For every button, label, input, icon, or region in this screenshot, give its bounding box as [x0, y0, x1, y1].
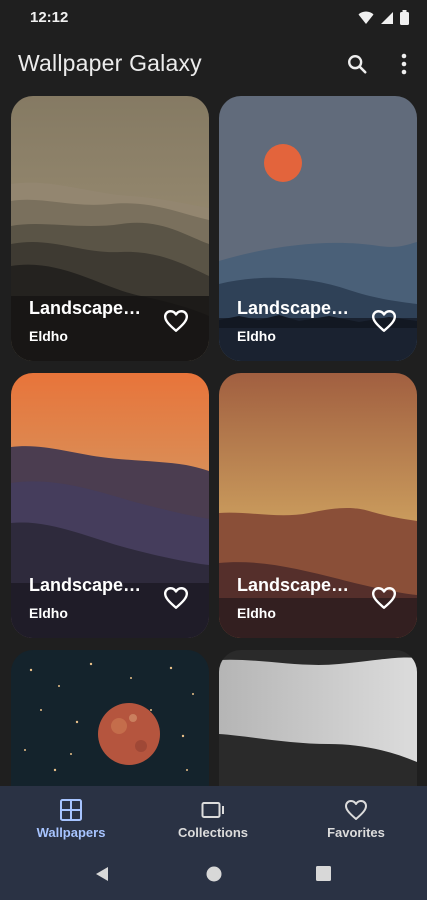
status-icons	[358, 10, 409, 25]
home-icon[interactable]	[206, 866, 222, 882]
battery-icon	[400, 10, 409, 25]
back-icon[interactable]	[95, 866, 109, 882]
wallpaper-card[interactable]: Landscape… Eldho	[219, 373, 417, 638]
signal-icon	[381, 11, 393, 24]
search-button[interactable]	[343, 50, 371, 78]
wallpaper-author: Eldho	[237, 328, 276, 344]
wallpaper-author: Eldho	[29, 605, 68, 621]
wallpaper-author: Eldho	[29, 328, 68, 344]
wallpaper-card[interactable]	[11, 650, 209, 786]
heart-icon[interactable]	[163, 585, 189, 611]
wallpaper-grid: Landscape… Eldho Landscape… Eldho Landsc…	[0, 96, 427, 786]
wallpaper-card[interactable]: Landscape… Eldho	[11, 96, 209, 361]
app-bar: Wallpaper Galaxy	[0, 36, 427, 92]
more-vert-icon	[401, 53, 407, 75]
wallpaper-title: Landscape…	[29, 575, 142, 595]
wallpaper-title: Landscape…	[237, 298, 350, 318]
bottom-navigation: Wallpapers Collections Favorites	[0, 786, 427, 848]
system-navigation-bar	[0, 848, 427, 900]
status-time: 12:12	[30, 9, 69, 26]
heart-icon[interactable]	[163, 308, 189, 334]
wallpaper-thumbnail	[219, 650, 417, 786]
wallpaper-thumbnail	[11, 650, 209, 786]
heart-icon[interactable]	[371, 585, 397, 611]
more-options-button[interactable]	[390, 50, 418, 78]
wallpaper-title: Landscape…	[237, 575, 350, 595]
wallpaper-card[interactable]	[219, 650, 417, 786]
collections-icon	[201, 802, 224, 818]
heart-icon[interactable]	[371, 308, 397, 334]
app-title: Wallpaper Galaxy	[18, 50, 202, 76]
nav-label-collections: Collections	[177, 825, 249, 840]
nav-label-favorites: Favorites	[327, 825, 385, 840]
wallpaper-card[interactable]: Landscape… Eldho	[219, 96, 417, 361]
wallpaper-title: Landscape…	[29, 298, 142, 318]
nav-item-favorites[interactable]: Favorites	[286, 786, 426, 848]
grid-icon	[60, 799, 82, 821]
search-icon	[348, 55, 367, 74]
nav-item-collections[interactable]: Collections	[143, 786, 283, 848]
wallpaper-author: Eldho	[237, 605, 276, 621]
wallpaper-card[interactable]: Landscape… Eldho	[11, 373, 209, 638]
nav-label-wallpapers: Wallpapers	[36, 825, 106, 840]
nav-item-wallpapers[interactable]: Wallpapers	[1, 786, 141, 848]
heart-icon	[345, 800, 367, 820]
wifi-icon	[358, 11, 374, 24]
recents-icon[interactable]	[316, 866, 331, 881]
status-bar: 12:12	[0, 0, 427, 36]
